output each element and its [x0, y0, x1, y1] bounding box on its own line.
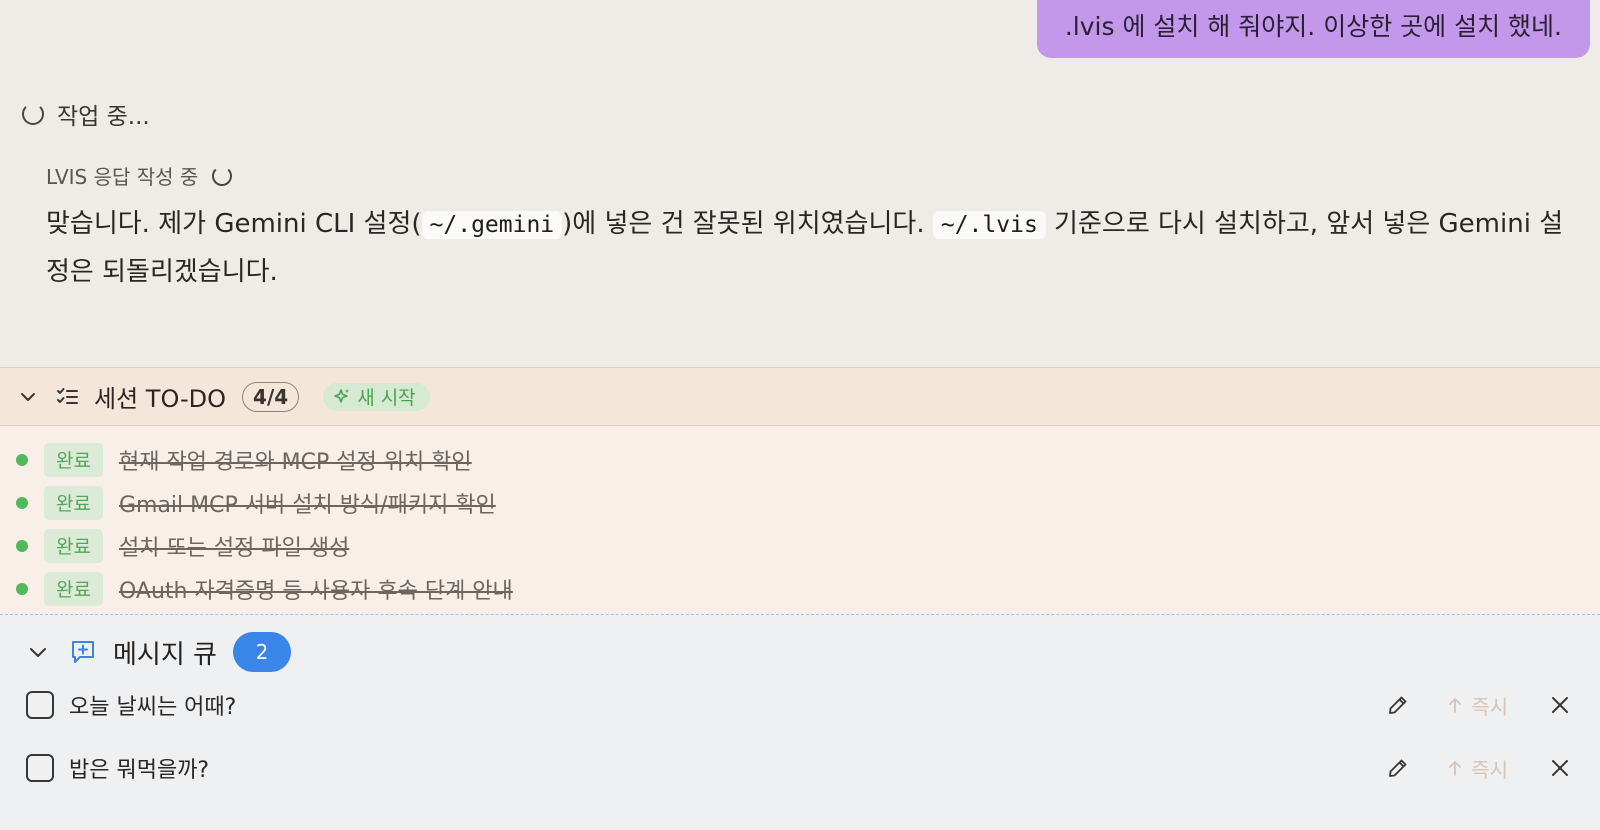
status-badge: 완료: [44, 571, 103, 606]
working-status-label: 작업 중...: [57, 104, 150, 130]
status-badge: 완료: [44, 528, 103, 563]
loading-spinner-icon: [22, 103, 44, 125]
todo-text: Gmail MCP 서버 설치 방식/패키지 확인: [118, 492, 496, 518]
new-start-button[interactable]: 새 시작: [323, 382, 430, 411]
todo-item: 완료 Gmail MCP 서버 설치 방식/패키지 확인: [0, 481, 1600, 524]
message-queue-panel: 메시지 큐 2 오늘 날씨는 어때? 즉시 밥은 뭐먹을까? 즉시: [0, 615, 1600, 830]
working-status: 작업 중...: [22, 97, 150, 131]
queue-item-text: 오늘 날씨는 어때?: [69, 695, 237, 720]
queue-count-badge: 2: [232, 632, 291, 672]
sparkle-icon: [334, 388, 350, 403]
edit-pencil-icon[interactable]: [1385, 692, 1411, 718]
queue-title: 메시지 큐: [113, 639, 217, 670]
status-badge: 완료: [44, 485, 103, 520]
response-status-label: LVIS 응답 작성 중: [46, 165, 199, 189]
queue-item: 밥은 뭐먹을까? 즉시: [0, 746, 1600, 790]
todo-title: 세션 TO-DO: [94, 385, 227, 413]
checklist-icon: [56, 385, 80, 409]
status-dot-icon: [16, 539, 28, 552]
status-badge: 완료: [44, 442, 103, 477]
todo-text: 설치 또는 설정 파일 생성: [118, 535, 350, 561]
queue-header[interactable]: 메시지 큐 2: [0, 631, 291, 673]
response-text-1: 맞습니다. 제가 Gemini CLI 설정(: [46, 209, 422, 239]
todo-text: 현재 작업 경로와 MCP 설정 위치 확인: [118, 449, 472, 475]
todo-count-badge: 4/4: [242, 381, 300, 412]
todo-list: 완료 현재 작업 경로와 MCP 설정 위치 확인 완료 Gmail MCP 서…: [0, 426, 1600, 615]
todo-collapse-chevron-down-icon[interactable]: [17, 386, 39, 408]
todo-text: OAuth 자격증명 등 사용자 후속 단계 안내: [118, 578, 513, 604]
todo-item: 완료 설치 또는 설정 파일 생성: [0, 524, 1600, 567]
new-start-label: 새 시작: [357, 387, 416, 409]
inline-code-lvis: ~/.lvis: [932, 211, 1046, 239]
inline-code-gemini: ~/.gemini: [421, 211, 563, 239]
todo-item: 완료 현재 작업 경로와 MCP 설정 위치 확인: [0, 438, 1600, 481]
queue-collapse-chevron-down-icon[interactable]: [27, 641, 49, 663]
send-immediately-button[interactable]: 즉시: [1447, 754, 1508, 783]
send-immediately-label: 즉시: [1471, 757, 1508, 782]
assistant-response: 맞습니다. 제가 Gemini CLI 설정(~/.gemini)에 넣은 건 …: [46, 201, 1566, 296]
todo-panel-header[interactable]: 세션 TO-DO 4/4 새 시작: [0, 367, 1600, 426]
queue-item-text: 밥은 뭐먹을까?: [69, 758, 210, 783]
response-text-2: )에 넣은 건 잘못된 위치였습니다.: [562, 209, 933, 239]
response-spinner-icon: [212, 165, 233, 186]
user-message-bubble: .lvis 에 설치 해 줘야지. 이상한 곳에 설치 했네.: [1036, 0, 1590, 58]
todo-item: 완료 OAuth 자격증명 등 사용자 후속 단계 안내: [0, 567, 1600, 610]
message-add-icon: [69, 638, 97, 666]
send-immediately-label: 즉시: [1471, 694, 1508, 719]
remove-close-icon[interactable]: [1548, 693, 1572, 717]
status-dot-icon: [16, 582, 28, 595]
queue-item-actions: 즉시: [1385, 746, 1572, 790]
queue-item-checkbox[interactable]: [26, 754, 54, 782]
status-dot-icon: [16, 496, 28, 509]
arrow-up-icon: [1449, 698, 1462, 713]
queue-item-checkbox[interactable]: [26, 691, 54, 719]
queue-item: 오늘 날씨는 어때? 즉시: [0, 683, 1600, 727]
response-status: LVIS 응답 작성 중: [46, 161, 233, 190]
chat-area: .lvis 에 설치 해 줘야지. 이상한 곳에 설치 했네. 작업 중... …: [0, 0, 1600, 367]
send-immediately-button[interactable]: 즉시: [1447, 691, 1508, 720]
edit-pencil-icon[interactable]: [1385, 755, 1411, 781]
status-dot-icon: [16, 453, 28, 466]
remove-close-icon[interactable]: [1548, 756, 1572, 780]
queue-item-actions: 즉시: [1385, 683, 1572, 727]
arrow-up-icon: [1449, 761, 1462, 776]
